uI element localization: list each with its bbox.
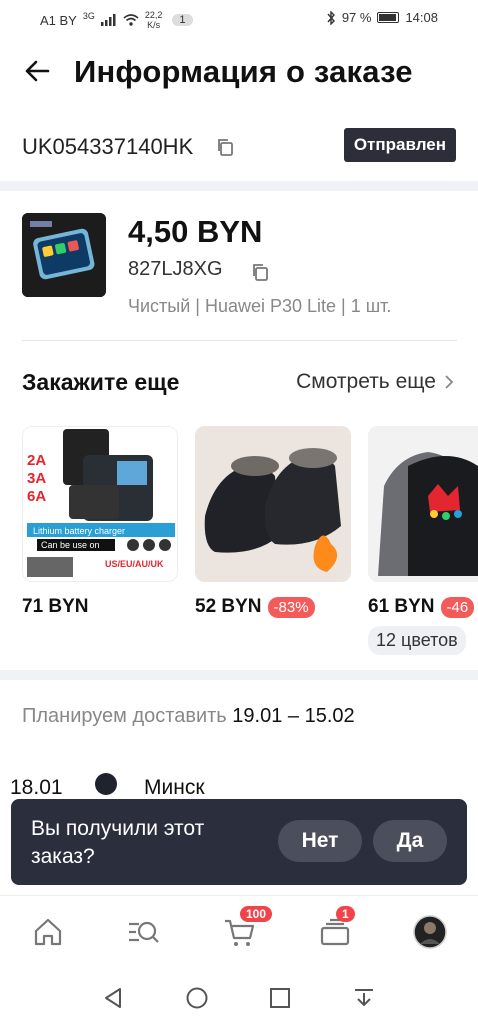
system-nav-bar: [0, 971, 478, 1024]
product-image[interactable]: [22, 213, 106, 297]
no-button[interactable]: Нет: [278, 820, 362, 862]
recommendation-card[interactable]: 61 BYN -46 12 цветов: [368, 426, 478, 655]
product-variant: Чистый | Huawei P30 Lite | 1 шт.: [128, 296, 392, 316]
home-icon[interactable]: [30, 914, 66, 950]
discount-badge: -83%: [267, 596, 315, 618]
notification-count: 1: [172, 14, 193, 26]
clock: 14:08: [405, 10, 438, 25]
back-triangle-icon[interactable]: [100, 985, 126, 1011]
yes-button[interactable]: Да: [373, 820, 447, 862]
recommendation-card[interactable]: 2A 3A 6A Lithium battery charger Can be …: [22, 426, 178, 618]
chevron-right-icon: [445, 375, 454, 389]
card-price: 52 BYN: [195, 596, 262, 617]
cart-button[interactable]: 100: [222, 906, 273, 950]
toast-question: Вы получили этот заказ?: [31, 817, 205, 868]
timeline-city: Минск: [144, 776, 205, 799]
signal-bars-icon: [100, 14, 116, 26]
charger-label-can-be-use: Can be use on: [41, 540, 100, 550]
card-price: 61 BYN: [368, 596, 435, 617]
product-price: 4,50 BYN: [128, 214, 263, 249]
charger-label-2a: 2A: [27, 452, 46, 469]
home-circle-icon[interactable]: [184, 985, 210, 1011]
divider: [22, 340, 457, 341]
product-thumbnail[interactable]: [195, 426, 351, 582]
recents-square-icon[interactable]: [267, 985, 293, 1011]
bluetooth-icon: [327, 10, 335, 25]
cart-badge: 100: [240, 906, 273, 922]
delivery-estimate: Планируем доставить 19.01 – 15.02: [22, 705, 355, 728]
product-thumbnail[interactable]: 2A 3A 6A Lithium battery charger Can be …: [22, 426, 178, 582]
battery-icon: [377, 12, 400, 23]
section-divider: [0, 181, 478, 191]
receipt-confirmation-toast: Вы получили этот заказ? Нет Да: [11, 799, 467, 885]
profile-avatar[interactable]: [412, 914, 448, 950]
signal-icon: 3G: [82, 11, 95, 21]
header: Информация о заказе: [0, 50, 478, 98]
search-list-icon[interactable]: [125, 914, 161, 950]
page-title: Информация о заказе: [74, 54, 413, 89]
battery-percent: 97 %: [341, 10, 372, 25]
tracking-row: UK054337140HK Отправлен: [0, 126, 478, 166]
card-price: 71 BYN: [22, 596, 89, 617]
charger-label-plugs: US/EU/AU/UK: [105, 559, 164, 569]
delivery-range: 19.01 – 15.02: [232, 705, 355, 727]
charger-label-lithium: Lithium battery charger: [33, 526, 125, 536]
wifi-icon: [123, 14, 139, 26]
recommendations-title: Закажите еще: [22, 369, 180, 395]
product-thumbnail[interactable]: [368, 426, 478, 582]
status-bar: A1 BY 3G 22,2 K/s 1 97 % 14:08: [0, 0, 478, 36]
see-more-link[interactable]: Смотреть еще: [296, 370, 454, 394]
order-status-badge: Отправлен: [343, 128, 456, 162]
network-speed: 22,2 K/s: [144, 10, 163, 30]
charger-label-3a: 3A: [27, 470, 46, 487]
carrier-label: A1 BY: [40, 12, 77, 28]
timeline-date: 18.01: [10, 776, 63, 799]
tracking-number: UK054337140HK: [22, 134, 194, 159]
see-more-label: Смотреть еще: [296, 370, 436, 393]
notification-pull-icon[interactable]: [351, 985, 377, 1011]
discount-badge: -46: [440, 596, 475, 618]
colors-count-chip: 12 цветов: [368, 626, 466, 655]
copy-sku-icon[interactable]: [250, 262, 270, 282]
charger-label-6a: 6A: [27, 488, 46, 505]
back-arrow-icon[interactable]: [22, 56, 52, 86]
copy-icon[interactable]: [215, 137, 235, 157]
section-divider: [0, 670, 478, 680]
timeline-dot: [95, 773, 117, 795]
recommendation-card[interactable]: 52 BYN -83%: [195, 426, 351, 618]
product-sku: 827LJ8XG: [128, 258, 223, 280]
orders-badge: 1: [336, 906, 355, 922]
bottom-nav: 100 1: [0, 895, 478, 971]
orders-button[interactable]: 1: [318, 906, 355, 950]
delivery-label: Планируем доставить: [22, 705, 227, 727]
